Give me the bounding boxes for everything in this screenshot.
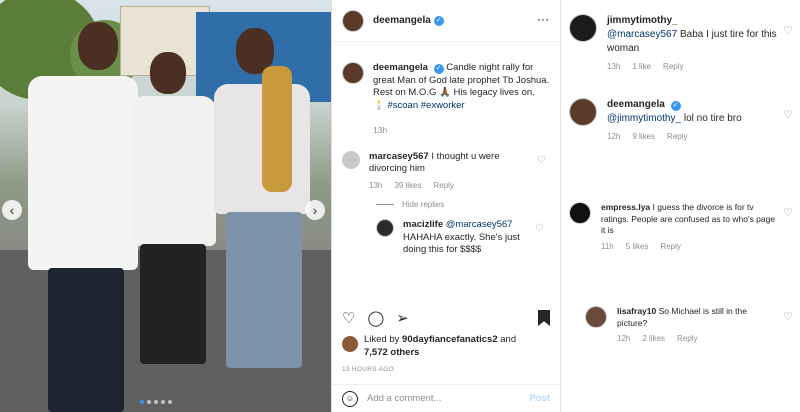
comment-mention[interactable]: @jimmytimothy_: [607, 113, 681, 124]
comment-username[interactable]: lisafray10: [617, 306, 656, 316]
comment-likes[interactable]: 9 likes: [632, 130, 655, 144]
comment-text: HAHAHA exactly. She's just doing this fo…: [403, 231, 520, 256]
avatar[interactable]: [569, 98, 597, 126]
carousel-next-button[interactable]: ›: [305, 200, 325, 220]
caption-time: 13h: [373, 125, 388, 135]
liked-by-mid: and: [497, 334, 517, 345]
add-comment-input[interactable]: Add a comment...: [367, 393, 441, 404]
emoji-icon[interactable]: ☺: [342, 390, 358, 407]
caption-line: Rest on M.O.G 🙏🏾 His legacy lives on.: [373, 87, 535, 98]
posted-ago: 13 HOURS AGO: [342, 366, 395, 373]
avatar[interactable]: [569, 14, 597, 42]
heart-icon[interactable]: ♡: [783, 310, 793, 323]
reply-button[interactable]: Reply: [433, 180, 453, 193]
post-panel: deemangela ✓ ··· deemangela ✓ Candle nig…: [331, 0, 560, 412]
comment-likes[interactable]: 39 likes: [394, 180, 421, 193]
share-icon[interactable]: ➢: [396, 309, 409, 327]
comment-username[interactable]: empress.lya: [601, 202, 650, 212]
avatar[interactable]: [342, 9, 364, 32]
comment-username[interactable]: marcasey567: [369, 151, 429, 162]
saxophone: [262, 66, 292, 192]
comment-likes[interactable]: 5 likes: [626, 241, 649, 253]
avatar[interactable]: [342, 150, 360, 169]
divider: [376, 204, 394, 205]
comment-likes[interactable]: 1 like: [632, 60, 651, 74]
verified-icon: ✓: [670, 101, 681, 111]
caption-username[interactable]: deemangela: [373, 62, 428, 73]
avatar: [342, 336, 358, 352]
comment: empress.lya I guess the divorce is for t…: [569, 202, 793, 252]
avatar[interactable]: [585, 306, 607, 328]
comment: deemangela ✓ @jimmytimothy_ lol no tire …: [569, 98, 793, 144]
post-photo: ‹ ›: [0, 0, 331, 412]
comment-likes[interactable]: 2 likes: [642, 333, 665, 345]
reply-button[interactable]: Reply: [667, 130, 687, 144]
caption-line: great Man of God late prophet Tb: [373, 74, 514, 86]
comment-username[interactable]: jimmytimothy_: [607, 15, 678, 26]
caption-line: Candle night rally for: [446, 62, 534, 73]
avatar[interactable]: [376, 219, 394, 237]
comment: jimmytimothy_ @marcasey567 Baba I just t…: [569, 14, 793, 74]
comment-time: 13h: [369, 180, 383, 190]
comment-icon[interactable]: ◯: [367, 309, 384, 327]
bookmark-icon[interactable]: [538, 310, 550, 326]
comment-mention[interactable]: @marcasey567: [446, 219, 513, 230]
comment-time: 11h: [601, 241, 614, 251]
caption-line: Joshua.: [515, 74, 550, 86]
comment-mention[interactable]: @marcasey567: [607, 29, 677, 40]
heart-icon[interactable]: ♡: [783, 24, 793, 37]
action-bar: ♡ ◯ ➢: [332, 306, 560, 330]
heart-icon[interactable]: ♡: [783, 108, 793, 121]
comment-time: 13h: [607, 62, 621, 71]
reply-button[interactable]: Reply: [660, 241, 680, 253]
likes-summary: Liked by 90dayfiancefanatics2 and 7,572 …: [342, 334, 516, 359]
comment: lisafray10 So Michael is still in the pi…: [585, 306, 793, 345]
liked-by-count[interactable]: 7,572 others: [364, 347, 419, 358]
reply-button[interactable]: Reply: [663, 60, 683, 74]
heart-icon[interactable]: ♡: [342, 309, 355, 327]
verified-icon: ✓: [433, 15, 444, 26]
carousel-dots: [140, 400, 172, 404]
carousel-prev-button[interactable]: ‹: [2, 200, 22, 220]
add-comment-bar: ☺ Add a comment... Post: [332, 384, 560, 412]
hide-replies-button[interactable]: Hide replies: [376, 200, 560, 209]
verified-icon: ✓: [433, 64, 444, 74]
comments-panel: jimmytimothy_ @marcasey567 Baba I just t…: [560, 0, 800, 412]
heart-icon[interactable]: ♡: [783, 206, 793, 219]
heart-icon[interactable]: ♡: [537, 155, 546, 166]
reply-button[interactable]: Reply: [677, 333, 697, 345]
more-options-icon[interactable]: ···: [538, 15, 551, 26]
reply-comment: macizlife @marcasey567 HAHAHA exactly. S…: [366, 219, 560, 257]
comment: marcasey567 I thought u were divorcing h…: [332, 150, 560, 193]
comment-text: lol no tire bro: [683, 113, 742, 124]
caption-line: 🕯️: [373, 99, 385, 111]
post-caption: deemangela ✓ Candle night rally for grea…: [332, 42, 560, 137]
comment-time: 12h: [617, 334, 631, 343]
liked-by-user[interactable]: 90dayfiancefanatics2: [402, 334, 498, 345]
comment-username[interactable]: deemangela: [607, 99, 665, 110]
comment-time: 12h: [607, 132, 621, 141]
avatar[interactable]: [569, 202, 591, 224]
post-username[interactable]: deemangela: [373, 15, 431, 26]
liked-by-prefix: Liked by: [364, 334, 403, 345]
hide-replies-label[interactable]: Hide replies: [402, 200, 444, 209]
post-header: deemangela ✓ ···: [332, 0, 560, 42]
heart-icon[interactable]: ♡: [535, 223, 544, 234]
hashtags[interactable]: #scoan #exworker: [387, 100, 464, 111]
post-button[interactable]: Post: [529, 393, 550, 404]
comment-username[interactable]: macizlife: [403, 219, 443, 230]
avatar[interactable]: [342, 62, 364, 84]
